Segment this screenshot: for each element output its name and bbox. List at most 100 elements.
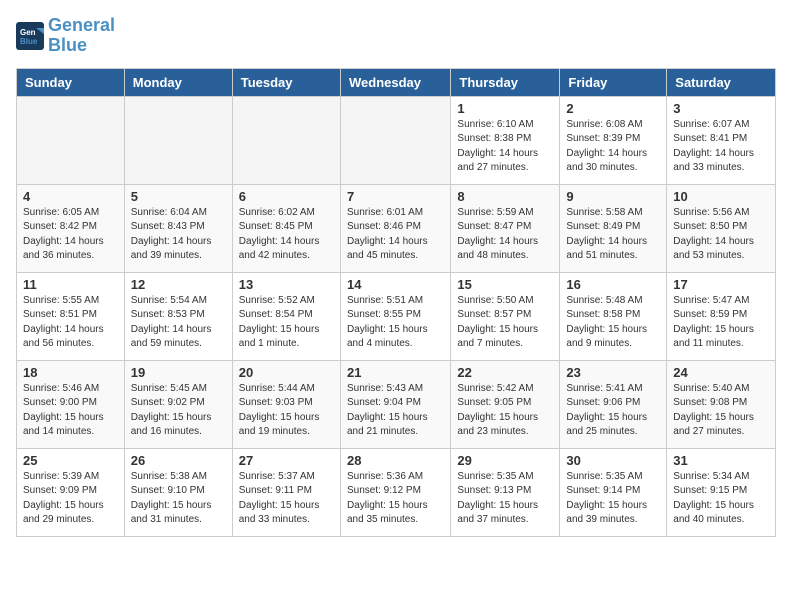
day-number: 27 — [239, 453, 334, 468]
day-number: 2 — [566, 101, 660, 116]
logo-icon: Gen Blue — [16, 22, 44, 50]
calendar-cell: 19 Sunrise: 5:45 AM Sunset: 9:02 PM Dayli… — [124, 360, 232, 448]
calendar-cell: 29 Sunrise: 5:35 AM Sunset: 9:13 PM Dayli… — [451, 448, 560, 536]
day-number: 3 — [673, 101, 769, 116]
calendar-cell: 4 Sunrise: 6:05 AM Sunset: 8:42 PM Daylig… — [17, 184, 125, 272]
day-number: 20 — [239, 365, 334, 380]
day-info: Sunrise: 5:43 AM Sunset: 9:04 PM Dayligh… — [347, 382, 444, 440]
day-number: 18 — [23, 365, 118, 380]
svg-text:Blue: Blue — [20, 37, 38, 46]
calendar-cell: 24 Sunrise: 5:40 AM Sunset: 9:08 PM Dayli… — [667, 360, 776, 448]
day-info: Sunrise: 6:01 AM Sunset: 8:46 PM Dayligh… — [347, 206, 444, 264]
day-info: Sunrise: 5:39 AM Sunset: 9:09 PM Dayligh… — [23, 470, 118, 528]
day-info: Sunrise: 5:54 AM Sunset: 8:53 PM Dayligh… — [131, 294, 226, 352]
calendar-cell — [340, 96, 450, 184]
day-number: 7 — [347, 189, 444, 204]
day-info: Sunrise: 5:47 AM Sunset: 8:59 PM Dayligh… — [673, 294, 769, 352]
calendar-cell: 22 Sunrise: 5:42 AM Sunset: 9:05 PM Dayli… — [451, 360, 560, 448]
calendar-cell: 17 Sunrise: 5:47 AM Sunset: 8:59 PM Dayli… — [667, 272, 776, 360]
day-info: Sunrise: 5:56 AM Sunset: 8:50 PM Dayligh… — [673, 206, 769, 264]
weekday-header-wednesday: Wednesday — [340, 68, 450, 96]
calendar-cell: 31 Sunrise: 5:34 AM Sunset: 9:15 PM Dayli… — [667, 448, 776, 536]
day-number: 28 — [347, 453, 444, 468]
day-number: 29 — [457, 453, 553, 468]
calendar-cell: 8 Sunrise: 5:59 AM Sunset: 8:47 PM Daylig… — [451, 184, 560, 272]
calendar-cell: 15 Sunrise: 5:50 AM Sunset: 8:57 PM Dayli… — [451, 272, 560, 360]
day-number: 11 — [23, 277, 118, 292]
calendar-cell: 11 Sunrise: 5:55 AM Sunset: 8:51 PM Dayli… — [17, 272, 125, 360]
day-info: Sunrise: 5:51 AM Sunset: 8:55 PM Dayligh… — [347, 294, 444, 352]
calendar-cell: 9 Sunrise: 5:58 AM Sunset: 8:49 PM Daylig… — [560, 184, 667, 272]
day-info: Sunrise: 5:37 AM Sunset: 9:11 PM Dayligh… — [239, 470, 334, 528]
day-number: 12 — [131, 277, 226, 292]
calendar-cell: 2 Sunrise: 6:08 AM Sunset: 8:39 PM Daylig… — [560, 96, 667, 184]
calendar-cell: 12 Sunrise: 5:54 AM Sunset: 8:53 PM Dayli… — [124, 272, 232, 360]
day-number: 4 — [23, 189, 118, 204]
calendar-cell — [124, 96, 232, 184]
day-number: 14 — [347, 277, 444, 292]
calendar-cell: 1Sunrise: 6:10 AM Sunset: 8:38 PM Daylig… — [451, 96, 560, 184]
day-info: Sunrise: 5:44 AM Sunset: 9:03 PM Dayligh… — [239, 382, 334, 440]
day-number: 24 — [673, 365, 769, 380]
day-number: 23 — [566, 365, 660, 380]
calendar-cell: 23 Sunrise: 5:41 AM Sunset: 9:06 PM Dayli… — [560, 360, 667, 448]
day-info: Sunrise: 5:38 AM Sunset: 9:10 PM Dayligh… — [131, 470, 226, 528]
weekday-header-thursday: Thursday — [451, 68, 560, 96]
day-info: Sunrise: 5:41 AM Sunset: 9:06 PM Dayligh… — [566, 382, 660, 440]
day-number: 19 — [131, 365, 226, 380]
day-info: Sunrise: 6:07 AM Sunset: 8:41 PM Dayligh… — [673, 118, 769, 176]
day-info: Sunrise: 5:59 AM Sunset: 8:47 PM Dayligh… — [457, 206, 553, 264]
day-info: Sunrise: 5:35 AM Sunset: 9:14 PM Dayligh… — [566, 470, 660, 528]
weekday-header-monday: Monday — [124, 68, 232, 96]
day-info: Sunrise: 5:40 AM Sunset: 9:08 PM Dayligh… — [673, 382, 769, 440]
svg-text:Gen: Gen — [20, 28, 36, 37]
day-info: Sunrise: 5:58 AM Sunset: 8:49 PM Dayligh… — [566, 206, 660, 264]
calendar-cell — [232, 96, 340, 184]
calendar-cell: 20 Sunrise: 5:44 AM Sunset: 9:03 PM Dayli… — [232, 360, 340, 448]
week-row-3: 11 Sunrise: 5:55 AM Sunset: 8:51 PM Dayli… — [17, 272, 776, 360]
day-number: 15 — [457, 277, 553, 292]
calendar-cell — [17, 96, 125, 184]
day-number: 26 — [131, 453, 226, 468]
day-number: 31 — [673, 453, 769, 468]
calendar-cell: 5 Sunrise: 6:04 AM Sunset: 8:43 PM Daylig… — [124, 184, 232, 272]
day-info: Sunrise: 6:05 AM Sunset: 8:42 PM Dayligh… — [23, 206, 118, 264]
day-number: 5 — [131, 189, 226, 204]
calendar-cell: 14 Sunrise: 5:51 AM Sunset: 8:55 PM Dayli… — [340, 272, 450, 360]
weekday-header-friday: Friday — [560, 68, 667, 96]
day-info: Sunrise: 5:52 AM Sunset: 8:54 PM Dayligh… — [239, 294, 334, 352]
calendar-cell: 18 Sunrise: 5:46 AM Sunset: 9:00 PM Dayli… — [17, 360, 125, 448]
day-number: 13 — [239, 277, 334, 292]
day-info: Sunrise: 5:48 AM Sunset: 8:58 PM Dayligh… — [566, 294, 660, 352]
calendar-cell: 26 Sunrise: 5:38 AM Sunset: 9:10 PM Dayli… — [124, 448, 232, 536]
day-number: 17 — [673, 277, 769, 292]
day-info: Sunrise: 6:08 AM Sunset: 8:39 PM Dayligh… — [566, 118, 660, 176]
day-number: 8 — [457, 189, 553, 204]
day-number: 21 — [347, 365, 444, 380]
day-info: Sunrise: 5:45 AM Sunset: 9:02 PM Dayligh… — [131, 382, 226, 440]
day-number: 9 — [566, 189, 660, 204]
day-info: Sunrise: 5:35 AM Sunset: 9:13 PM Dayligh… — [457, 470, 553, 528]
weekday-header-tuesday: Tuesday — [232, 68, 340, 96]
day-number: 1 — [457, 101, 553, 116]
day-info: Sunrise: 5:46 AM Sunset: 9:00 PM Dayligh… — [23, 382, 118, 440]
calendar-cell: 13 Sunrise: 5:52 AM Sunset: 8:54 PM Dayli… — [232, 272, 340, 360]
logo: Gen Blue GeneralBlue — [16, 16, 115, 56]
calendar-cell: 3 Sunrise: 6:07 AM Sunset: 8:41 PM Daylig… — [667, 96, 776, 184]
week-row-1: 1Sunrise: 6:10 AM Sunset: 8:38 PM Daylig… — [17, 96, 776, 184]
day-info: Sunrise: 5:36 AM Sunset: 9:12 PM Dayligh… — [347, 470, 444, 528]
day-info: Sunrise: 5:42 AM Sunset: 9:05 PM Dayligh… — [457, 382, 553, 440]
calendar-cell: 27 Sunrise: 5:37 AM Sunset: 9:11 PM Dayli… — [232, 448, 340, 536]
day-number: 10 — [673, 189, 769, 204]
week-row-2: 4 Sunrise: 6:05 AM Sunset: 8:42 PM Daylig… — [17, 184, 776, 272]
day-info: Sunrise: 5:55 AM Sunset: 8:51 PM Dayligh… — [23, 294, 118, 352]
calendar-cell: 6Sunrise: 6:02 AM Sunset: 8:45 PM Daylig… — [232, 184, 340, 272]
day-number: 30 — [566, 453, 660, 468]
day-info: Sunrise: 5:34 AM Sunset: 9:15 PM Dayligh… — [673, 470, 769, 528]
day-number: 22 — [457, 365, 553, 380]
day-info: Sunrise: 5:50 AM Sunset: 8:57 PM Dayligh… — [457, 294, 553, 352]
day-info: Sunrise: 6:04 AM Sunset: 8:43 PM Dayligh… — [131, 206, 226, 264]
calendar-cell: 10 Sunrise: 5:56 AM Sunset: 8:50 PM Dayli… — [667, 184, 776, 272]
day-number: 16 — [566, 277, 660, 292]
week-row-5: 25Sunrise: 5:39 AM Sunset: 9:09 PM Dayli… — [17, 448, 776, 536]
